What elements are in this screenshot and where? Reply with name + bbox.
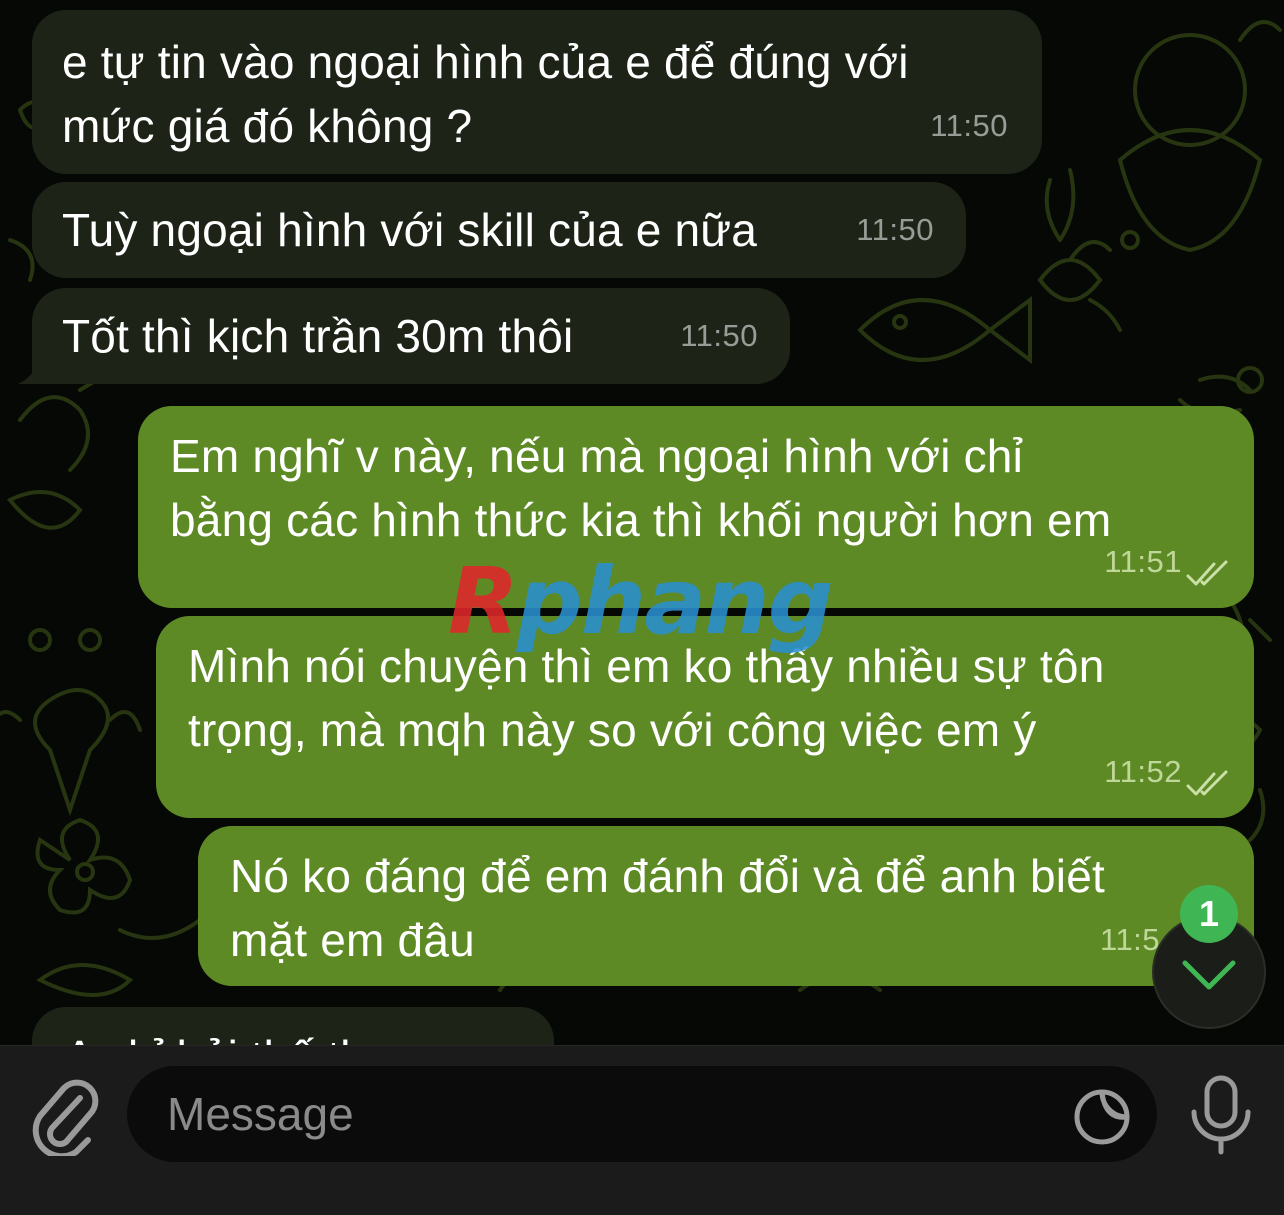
message-text-line: Tuỳ ngoại hình với skill của e nữa <box>62 204 758 256</box>
message-bubble-outgoing[interactable]: Nó ko đáng để em đánh đổi và để anh biết… <box>198 826 1254 986</box>
composer-bar <box>0 1045 1284 1215</box>
unread-count-badge: 1 <box>1180 885 1238 943</box>
chat-screen: e tự tin vào ngoại hình của e để đúng vớ… <box>0 0 1284 1215</box>
message-time: 11:50 <box>930 108 1008 143</box>
bubble-tail <box>18 356 48 384</box>
message-bubble-incoming[interactable]: e tự tin vào ngoại hình của e để đúng vớ… <box>32 10 1042 174</box>
message-time: 11:51 <box>1104 544 1182 579</box>
paperclip-icon[interactable] <box>30 1076 100 1156</box>
message-input-field[interactable] <box>127 1066 1157 1162</box>
message-text-line: Nó ko đáng để em đánh đổi và để anh biết <box>230 850 1105 902</box>
message-input[interactable] <box>167 1066 1047 1162</box>
message-time: 11:52 <box>1104 754 1182 789</box>
message-text-line: trọng, mà mqh này so với công việc em ý <box>188 704 1037 756</box>
watermark-text: phang <box>516 548 834 655</box>
microphone-icon[interactable] <box>1186 1074 1256 1156</box>
sticker-icon[interactable] <box>1073 1088 1131 1146</box>
message-bubble-incoming[interactable]: Tốt thì kịch trần 30m thôi 11:50 <box>18 288 790 384</box>
message-text-line: Em nghĩ v này, nếu mà ngoại hình với chỉ <box>170 430 1024 482</box>
message-text-line: bằng các hình thức kia thì khối người hơ… <box>170 494 1112 546</box>
message-bubble-incoming[interactable]: Tuỳ ngoại hình với skill của e nữa 11:50 <box>32 182 966 278</box>
message-time: 11:50 <box>856 212 934 247</box>
watermark-letter: R <box>448 548 519 655</box>
message-text-line: mức giá đó không ? <box>62 100 473 152</box>
message-text-line: e tự tin vào ngoại hình của e để đúng vớ… <box>62 36 909 88</box>
message-time: 11:50 <box>680 318 758 353</box>
message-time: 11:5 <box>1100 922 1161 957</box>
message-text-line: mặt em đâu <box>230 914 475 966</box>
double-check-icon <box>1186 560 1228 586</box>
chevron-down-icon <box>1182 960 1236 990</box>
double-check-icon <box>1186 770 1228 796</box>
watermark-logo: Rphang <box>448 552 834 652</box>
message-text-line: Tốt thì kịch trần 30m thôi <box>62 310 574 362</box>
